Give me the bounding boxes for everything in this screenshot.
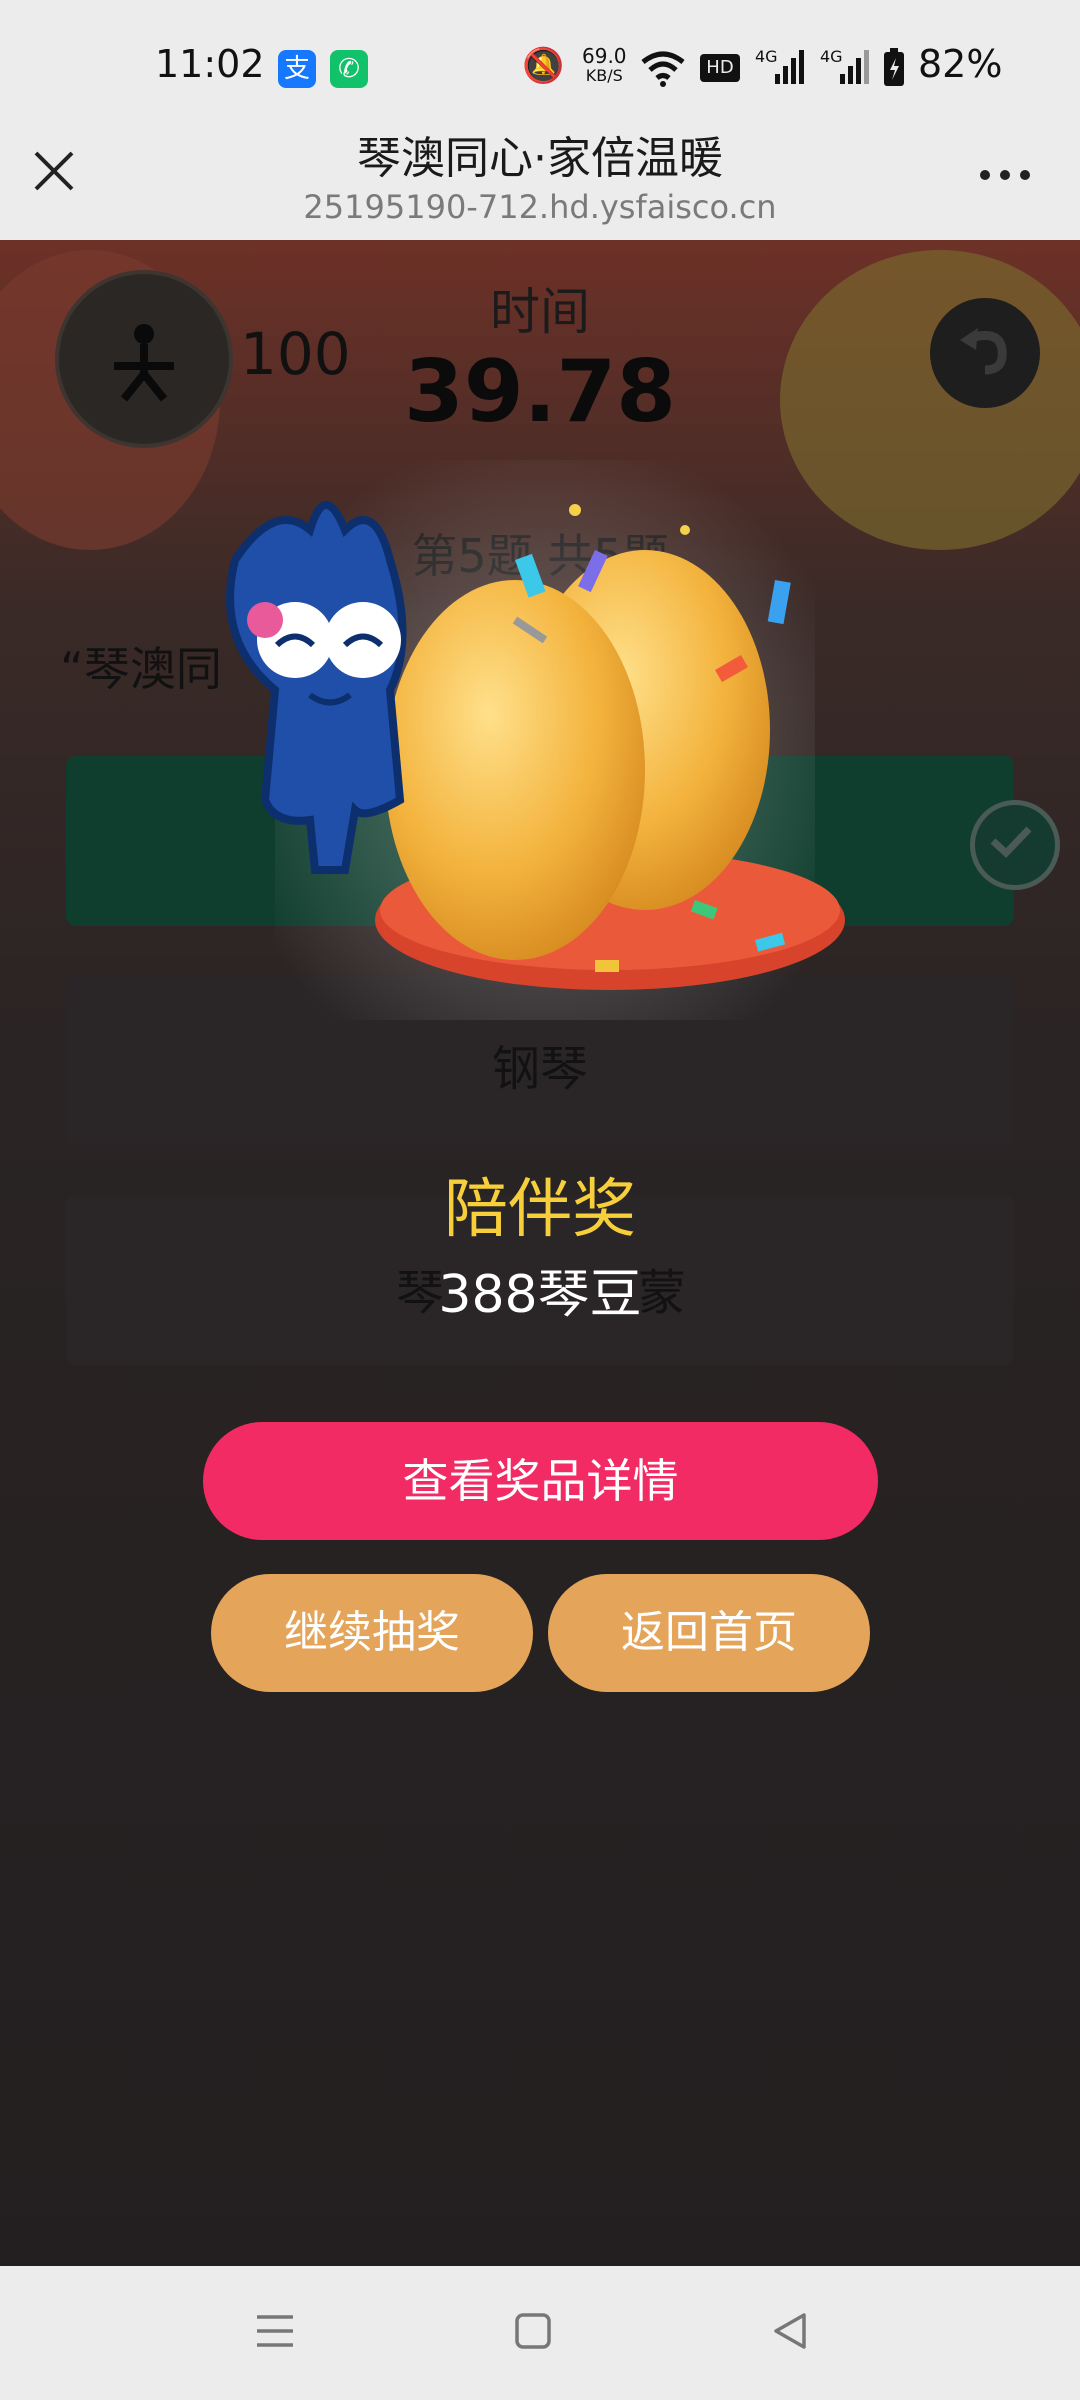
net-speed-value: 69.0 — [582, 44, 627, 68]
phone-icon: ✆ — [330, 50, 368, 88]
back-triangle-icon[interactable] — [770, 2311, 810, 2351]
continue-draw-button[interactable]: 继续抽奖 — [211, 1574, 533, 1692]
home-square-icon[interactable] — [513, 2311, 553, 2351]
prize-illustration — [226, 460, 845, 1020]
prize-amount: 388琴豆 — [438, 1265, 642, 1325]
back-button[interactable] — [930, 298, 1040, 408]
page-url: 25195190-712.hd.ysfaisco.cn — [303, 188, 777, 226]
net-speed-unit: KB/S — [585, 66, 623, 85]
return-home-button[interactable]: 返回首页 — [548, 1574, 870, 1692]
view-prize-details-button[interactable]: 查看奖品详情 — [203, 1422, 878, 1540]
hd-icon: HD — [700, 54, 740, 82]
check-icon — [970, 800, 1060, 890]
signal-4g-icon-1: 4G — [755, 47, 804, 84]
more-icon[interactable] — [975, 160, 1035, 190]
battery-percent: 82% — [918, 42, 1003, 86]
net-speed: 69.0 KB/S — [582, 46, 627, 86]
status-time: 11:02 — [155, 42, 265, 86]
status-bar: 11:02 支 ✆ 🔕 69.0 KB/S HD 4G 4G 82% — [0, 0, 1080, 137]
mute-icon: 🔕 — [522, 46, 565, 86]
battery-icon — [884, 48, 904, 86]
svg-text:4G: 4G — [755, 47, 778, 66]
signal-4g-icon-2: 4G — [820, 47, 869, 84]
svg-text:4G: 4G — [820, 47, 843, 66]
page-title: 琴澳同心·家倍温暖 — [357, 133, 723, 184]
system-nav-bar — [0, 2266, 1080, 2400]
time-label: 时间 — [490, 283, 590, 341]
time-value: 39.78 — [403, 342, 677, 442]
wifi-icon — [641, 51, 685, 87]
menu-icon[interactable] — [255, 2311, 295, 2351]
return-arrow-icon — [960, 328, 1007, 375]
alipay-icon: 支 — [278, 50, 316, 88]
question-text: “琴澳同 — [60, 642, 222, 696]
prize-name: 陪伴奖 — [444, 1173, 636, 1247]
